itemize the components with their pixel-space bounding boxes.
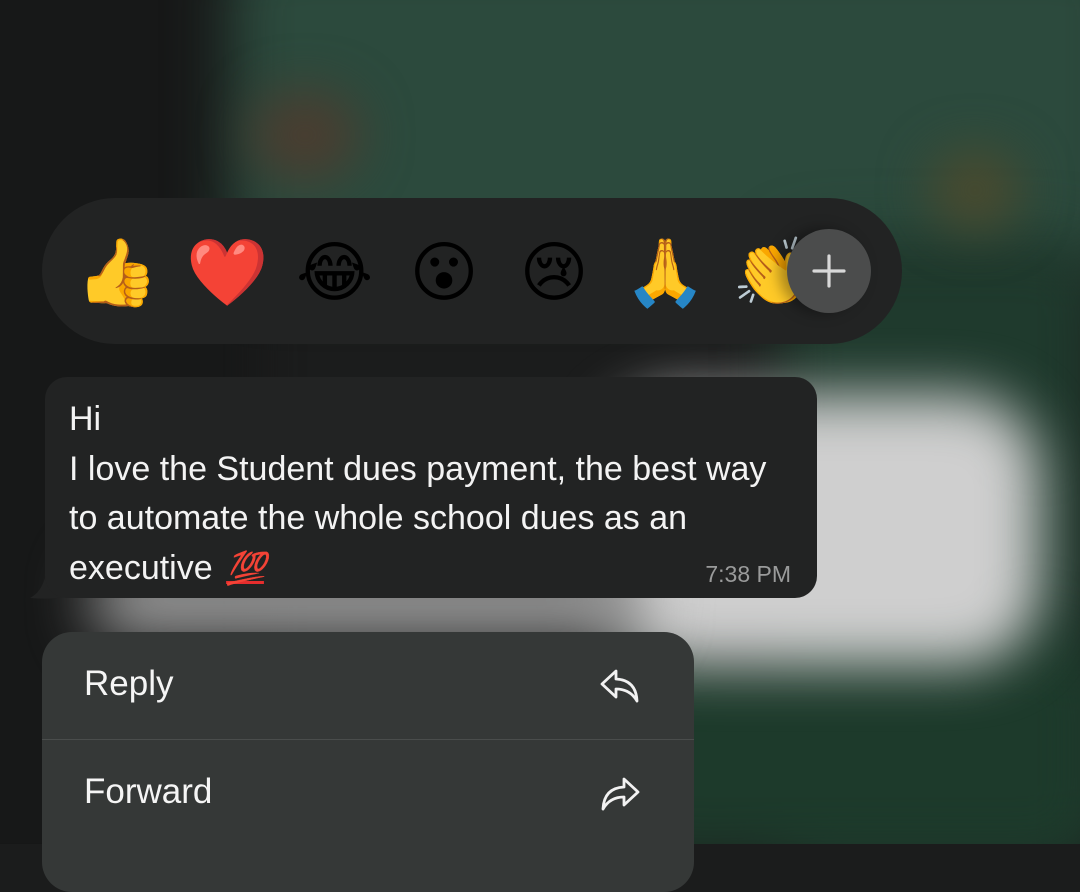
forward-icon	[601, 777, 640, 811]
menu-item-label: Forward	[84, 772, 213, 811]
tears-of-joy-reaction[interactable]: 😂	[296, 234, 373, 310]
context-menu: Reply Forward	[42, 632, 694, 892]
hundred-points-emoji: 💯	[226, 549, 266, 586]
message-body: Hi I love the Student dues payment, the …	[69, 400, 767, 587]
message-text: Hi I love the Student dues payment, the …	[69, 395, 799, 593]
more-reactions-button[interactable]	[787, 229, 871, 313]
folded-hands-reaction[interactable]: 🙏	[624, 234, 706, 310]
reply-icon	[600, 669, 639, 703]
menu-item-forward[interactable]: Forward	[42, 740, 694, 847]
menu-item-label: Reply	[84, 664, 174, 703]
menu-item-reply[interactable]: Reply	[42, 632, 694, 739]
reaction-bar: 👍 ❤️ 😂 😮 😢 🙏 👏	[42, 198, 902, 344]
thumbs-up-reaction[interactable]: 👍	[76, 234, 158, 310]
plus-icon	[812, 254, 846, 288]
heart-reaction[interactable]: ❤️	[186, 234, 268, 310]
astonished-reaction[interactable]: 😮	[406, 234, 482, 310]
message-timestamp: 7:38 PM	[705, 561, 791, 587]
crying-reaction[interactable]: 😢	[516, 234, 592, 310]
message-bubble[interactable]: Hi I love the Student dues payment, the …	[45, 377, 817, 598]
